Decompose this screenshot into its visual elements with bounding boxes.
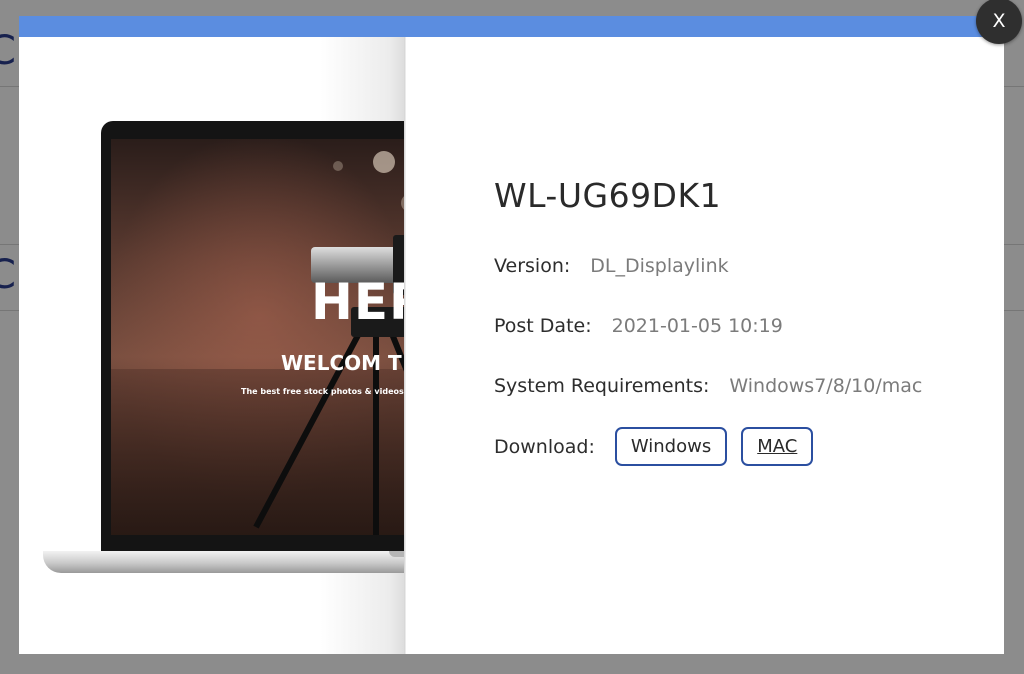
bokeh-light bbox=[333, 161, 343, 171]
post-date-row: Post Date: 2021-01-05 10:19 bbox=[494, 315, 994, 337]
laptop-base-notch bbox=[389, 551, 405, 557]
bokeh-light bbox=[373, 151, 395, 173]
laptop-illustration: HER WELCOM T The best free stock photos … bbox=[23, 121, 405, 581]
close-button[interactable]: X bbox=[976, 0, 1022, 44]
requirements-row: System Requirements: Windows7/8/10/mac bbox=[494, 375, 994, 397]
post-date-value: 2021-01-05 10:19 bbox=[611, 315, 783, 337]
download-mac-button[interactable]: MAC bbox=[741, 427, 814, 466]
modal-accent-bar bbox=[19, 16, 1004, 37]
version-value: DL_Displaylink bbox=[590, 255, 729, 277]
post-date-label: Post Date: bbox=[494, 315, 592, 337]
product-image-panel: HER WELCOM T The best free stock photos … bbox=[19, 37, 405, 654]
version-label: Version: bbox=[494, 255, 571, 277]
version-row: Version: DL_Displaylink bbox=[494, 255, 994, 277]
laptop-base bbox=[43, 551, 405, 573]
download-windows-button[interactable]: Windows bbox=[614, 427, 728, 466]
panel-divider bbox=[404, 37, 406, 654]
product-title: WL-UG69DK1 bbox=[494, 176, 722, 215]
product-info: WL-UG69DK1 Version: DL_Displaylink Post … bbox=[494, 176, 994, 504]
requirements-label: System Requirements: bbox=[494, 375, 710, 397]
screen-tagline-text: The best free stock photos & videos shar… bbox=[241, 387, 405, 396]
download-row: Download: Windows MAC bbox=[494, 427, 994, 466]
laptop-screen: HER WELCOM T The best free stock photos … bbox=[111, 139, 405, 535]
download-label: Download: bbox=[494, 435, 595, 458]
requirements-value: Windows7/8/10/mac bbox=[729, 375, 923, 397]
product-modal: HER WELCOM T The best free stock photos … bbox=[19, 16, 1004, 654]
screen-hero-text: HER bbox=[311, 273, 405, 331]
screen-welcome-text: WELCOM T bbox=[281, 351, 402, 375]
close-icon: X bbox=[992, 10, 1006, 32]
